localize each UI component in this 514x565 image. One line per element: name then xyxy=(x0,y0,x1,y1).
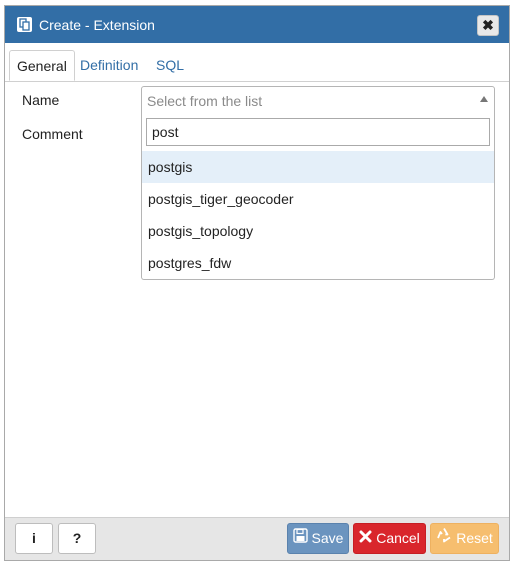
dialog-titlebar[interactable]: Create - Extension ✖ xyxy=(5,6,509,43)
reset-label: Reset xyxy=(456,530,493,546)
name-label: Name xyxy=(22,92,60,108)
comment-label: Comment xyxy=(22,126,83,142)
extension-icon xyxy=(17,17,32,32)
help-icon: ? xyxy=(72,530,82,546)
dialog-footer: i ? Save Cancel Reset xyxy=(5,517,509,560)
info-button[interactable]: i xyxy=(15,523,53,554)
name-dropdown: postgis postgis_tiger_geocoder postgis_t… xyxy=(141,113,495,280)
dropdown-search-input[interactable] xyxy=(146,118,490,146)
tab-sql[interactable]: SQL xyxy=(149,50,191,81)
close-icon: ✖ xyxy=(482,17,494,33)
recycle-icon xyxy=(436,524,452,553)
dropdown-option-postgis-topology[interactable]: postgis_topology xyxy=(142,215,494,247)
x-icon xyxy=(359,524,372,553)
tab-bar: General Definition SQL xyxy=(5,43,509,82)
save-label: Save xyxy=(311,530,344,546)
floppy-disk-icon xyxy=(292,524,308,553)
cancel-label: Cancel xyxy=(376,530,420,546)
name-select-placeholder: Select from the list xyxy=(147,93,263,109)
dropdown-option-postgres-fdw[interactable]: postgres_fdw xyxy=(142,247,494,279)
tab-definition[interactable]: Definition xyxy=(73,50,145,81)
tab-general[interactable]: General xyxy=(9,50,75,81)
dialog-title: Create - Extension xyxy=(39,17,155,33)
dropdown-option-postgis-tiger-geocoder[interactable]: postgis_tiger_geocoder xyxy=(142,183,494,215)
info-icon: i xyxy=(32,530,36,546)
cancel-button[interactable]: Cancel xyxy=(353,523,426,554)
create-extension-dialog: Create - Extension ✖ General Definition … xyxy=(4,5,510,561)
save-button[interactable]: Save xyxy=(287,523,349,554)
dropdown-option-postgis[interactable]: postgis xyxy=(142,151,494,183)
name-select[interactable]: Select from the list xyxy=(141,86,495,114)
reset-button[interactable]: Reset xyxy=(430,523,499,554)
close-button[interactable]: ✖ xyxy=(477,15,499,36)
help-button[interactable]: ? xyxy=(58,523,96,554)
caret-up-icon[interactable] xyxy=(480,96,488,102)
